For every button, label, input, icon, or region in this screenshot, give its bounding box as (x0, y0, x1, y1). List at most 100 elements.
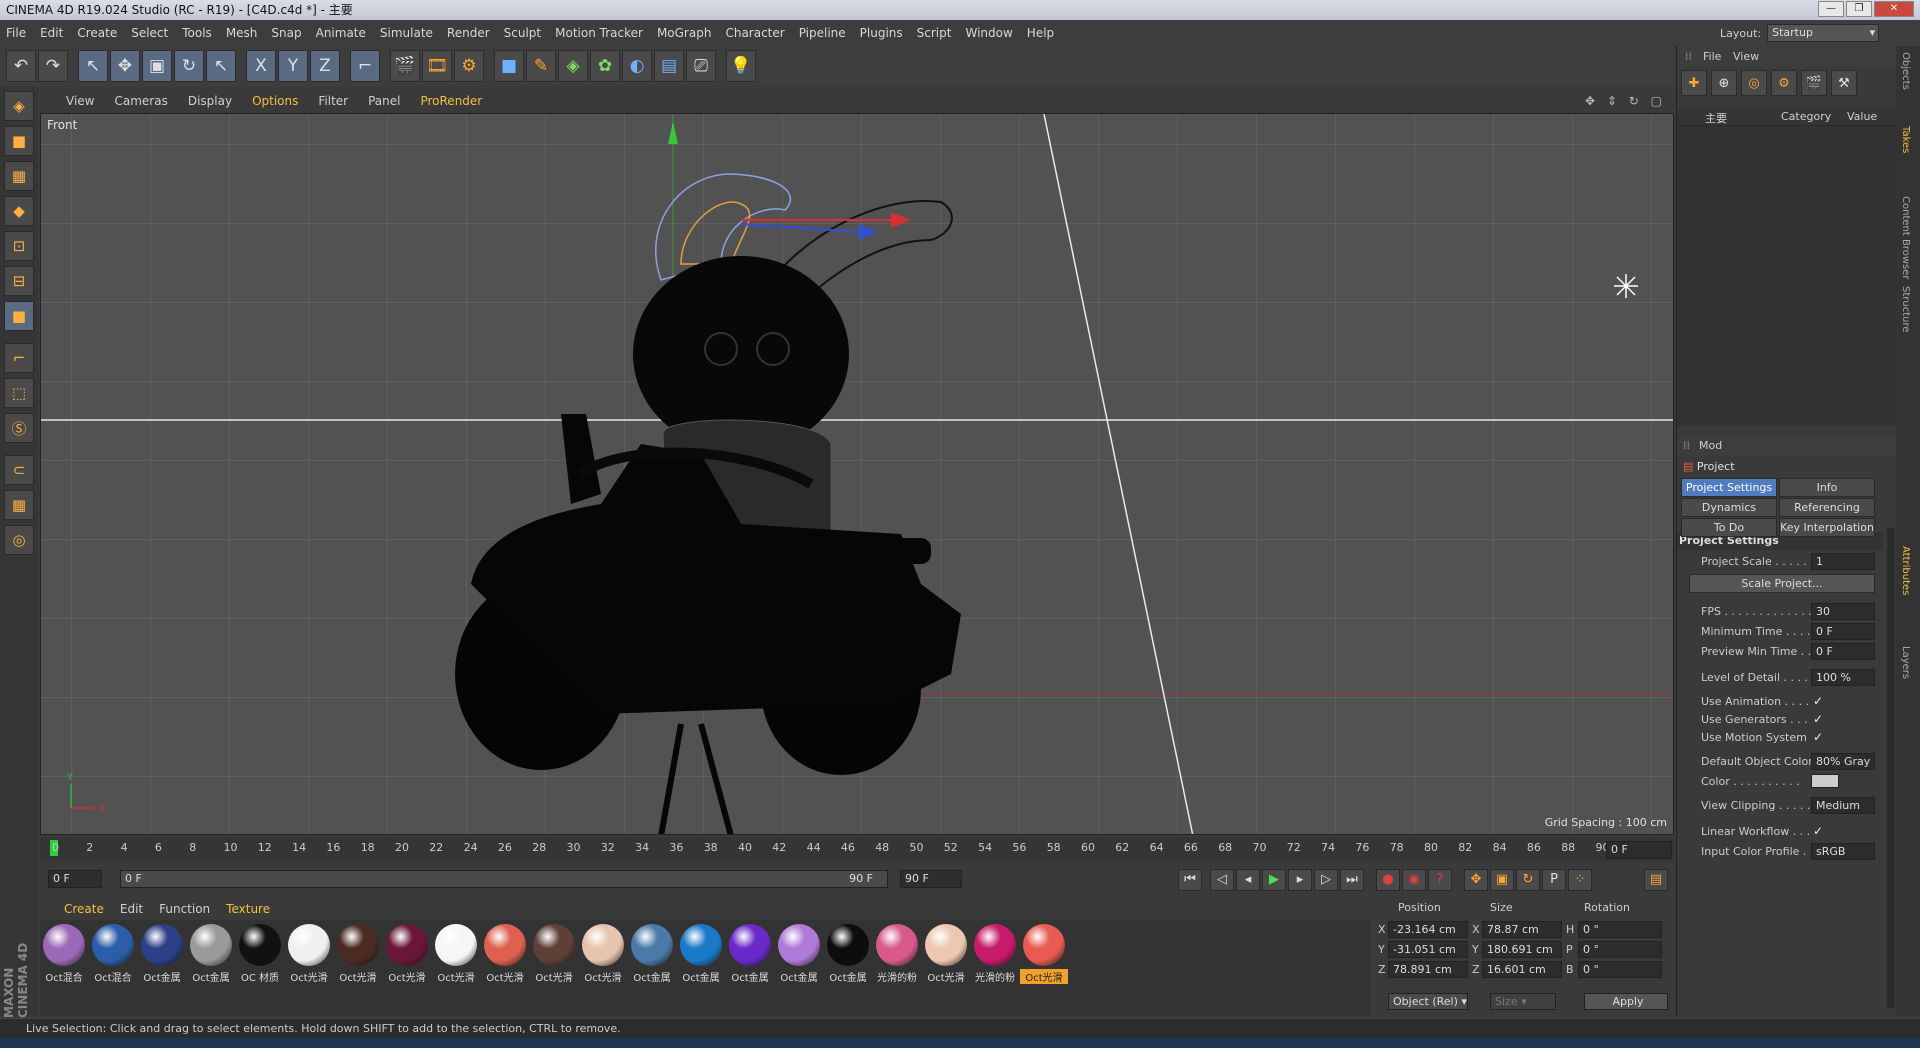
render-picture-viewer-icon[interactable]: 🎞 (422, 50, 452, 82)
checkbox[interactable]: ✓ (1813, 824, 1823, 838)
attr-value-field[interactable]: 80% Gray (1811, 753, 1875, 770)
menu-motion-tracker[interactable]: Motion Tracker (555, 26, 643, 40)
deformer-icon[interactable]: ◐ (622, 50, 652, 82)
menu-snap[interactable]: Snap (271, 26, 301, 40)
current-frame-field[interactable]: 0 F (1606, 841, 1672, 859)
material-menu-texture[interactable]: Texture (226, 902, 270, 916)
model-mode-icon[interactable]: ■ (4, 126, 34, 156)
render-settings-icon[interactable]: ⚙ (454, 50, 484, 82)
autokey-icon[interactable]: ◉ (1402, 869, 1426, 891)
take-override-icon[interactable]: ⊕ (1711, 70, 1737, 96)
scale-icon[interactable]: ▣ (142, 50, 172, 82)
scale-project-button[interactable]: Scale Project... (1689, 574, 1875, 593)
undo-icon[interactable]: ↶ (6, 50, 36, 82)
size-x-field[interactable]: 78.87 cm (1482, 921, 1562, 938)
key-position-icon[interactable]: ✥ (1464, 869, 1488, 891)
checkbox[interactable]: ✓ (1813, 712, 1823, 726)
material-swatch[interactable]: Oct金属 (826, 924, 870, 1016)
viewport-menu-prorender[interactable]: ProRender (420, 94, 482, 108)
polygons-mode-icon[interactable]: ■ (4, 301, 34, 331)
menu-mograph[interactable]: MoGraph (657, 26, 712, 40)
material-swatch[interactable]: Oct光滑 (336, 924, 380, 1016)
prev-key-icon[interactable]: ◁ (1210, 869, 1234, 891)
solo-icon[interactable]: Ⓢ (4, 413, 34, 443)
workplane-icon[interactable]: ◆ (4, 196, 34, 226)
viewport-menu-view[interactable]: View (66, 94, 94, 108)
locked-workplane-icon[interactable]: ▦ (4, 490, 34, 520)
auto-take-icon[interactable]: ◎ (1741, 70, 1767, 96)
new-take-icon[interactable]: ✚ (1681, 70, 1707, 96)
floor-icon[interactable]: ▤ (654, 50, 684, 82)
menu-create[interactable]: Create (77, 26, 117, 40)
cube-icon[interactable]: ■ (494, 50, 524, 82)
menu-render[interactable]: Render (447, 26, 490, 40)
key-scale-icon[interactable]: ▣ (1490, 869, 1514, 891)
minimize-button[interactable]: — (1818, 1, 1844, 17)
rotation-p-field[interactable]: 0 ° (1578, 941, 1662, 958)
edges-mode-icon[interactable]: ⊟ (4, 266, 34, 296)
layout-dropdown[interactable]: Startup ▾ (1767, 24, 1880, 42)
material-swatch[interactable]: Oct金属 (777, 924, 821, 1016)
rotate-icon[interactable]: ↻ (174, 50, 204, 82)
subdivision-icon[interactable]: ◈ (558, 50, 588, 82)
y-axis-icon[interactable]: Y (278, 50, 308, 82)
menu-mesh[interactable]: Mesh (226, 26, 258, 40)
render-takes-icon[interactable]: 🎬 (1801, 70, 1827, 96)
start-frame-field[interactable]: 0 F (48, 870, 102, 888)
material-swatch[interactable]: Oct混合 (91, 924, 135, 1016)
side-tab-content-browser[interactable]: Content Browser (1900, 196, 1911, 279)
menu-edit[interactable]: Edit (40, 26, 63, 40)
menu-script[interactable]: Script (917, 26, 952, 40)
attr-value-field[interactable]: Medium (1811, 797, 1875, 814)
next-key-icon[interactable]: ▷ (1314, 869, 1338, 891)
side-tab-objects[interactable]: Objects (1900, 52, 1911, 90)
material-menu-create[interactable]: Create (64, 902, 104, 916)
rotation-h-field[interactable]: 0 ° (1578, 921, 1662, 938)
camera-icon[interactable]: ⎚ (686, 50, 716, 82)
viewport-menu-cameras[interactable]: Cameras (114, 94, 167, 108)
color-swatch[interactable] (1811, 774, 1839, 788)
viewport-menu-display[interactable]: Display (188, 94, 232, 108)
material-swatch[interactable]: Oct光滑 (532, 924, 576, 1016)
next-frame-icon[interactable]: ▸ (1288, 869, 1312, 891)
make-editable-icon[interactable]: ◈ (4, 91, 34, 121)
viewport-menu-filter[interactable]: Filter (318, 94, 348, 108)
end-frame-field[interactable]: 90 F (900, 870, 962, 888)
play-icon[interactable]: ▶ (1262, 869, 1286, 891)
lock-overrides-icon[interactable]: ⚙ (1771, 70, 1797, 96)
viewport-nav-icons[interactable]: ✥ ⇕ ↻ ▢ (1585, 94, 1666, 108)
checkbox[interactable]: ✓ (1813, 694, 1823, 708)
redo-icon[interactable]: ↷ (38, 50, 68, 82)
attr-value-field[interactable]: 1 (1811, 553, 1875, 570)
recent-tool-icon[interactable]: ↖ (206, 50, 236, 82)
material-swatch[interactable]: Oct光滑 (385, 924, 429, 1016)
root-take[interactable]: 主要 (1705, 110, 1727, 126)
material-swatch[interactable]: Oct金属 (140, 924, 184, 1016)
takes-list[interactable] (1677, 126, 1897, 426)
render-view-icon[interactable]: 🎬 (390, 50, 420, 82)
attr-tab-info[interactable]: Info (1779, 478, 1875, 497)
position-y-field[interactable]: -31.051 cm (1388, 941, 1468, 958)
attr-value-field[interactable]: sRGB (1811, 843, 1875, 860)
attr-tab-key-interpolation[interactable]: Key Interpolation (1779, 518, 1875, 537)
attr-tab-to-do[interactable]: To Do (1681, 518, 1777, 537)
material-swatch[interactable]: Oct金属 (679, 924, 723, 1016)
live-selection-icon[interactable]: ↖ (78, 50, 108, 82)
viewport-menu-panel[interactable]: Panel (368, 94, 400, 108)
material-swatch[interactable]: Oct光滑 (483, 924, 527, 1016)
side-tab-attributes[interactable]: Attributes (1900, 546, 1911, 595)
viewport-front[interactable]: Front Y X Grid Spacing: 100 cm (40, 113, 1674, 835)
menu-tools[interactable]: Tools (182, 26, 212, 40)
position-x-field[interactable]: -23.164 cm (1388, 921, 1468, 938)
material-menu-edit[interactable]: Edit (120, 902, 143, 916)
coordinate-system-icon[interactable]: ⌐ (350, 50, 380, 82)
menu-pipeline[interactable]: Pipeline (799, 26, 846, 40)
timeline-icon[interactable]: ▤ (1644, 869, 1668, 891)
menu-help[interactable]: Help (1027, 26, 1054, 40)
attributes-mode-menu[interactable]: Mod (1699, 439, 1722, 452)
x-axis-icon[interactable]: X (246, 50, 276, 82)
menu-sculpt[interactable]: Sculpt (504, 26, 541, 40)
material-swatch[interactable]: Oct金属 (728, 924, 772, 1016)
texture-mode-icon[interactable]: ▦ (4, 161, 34, 191)
attr-value-field[interactable]: 0 F (1811, 623, 1875, 640)
